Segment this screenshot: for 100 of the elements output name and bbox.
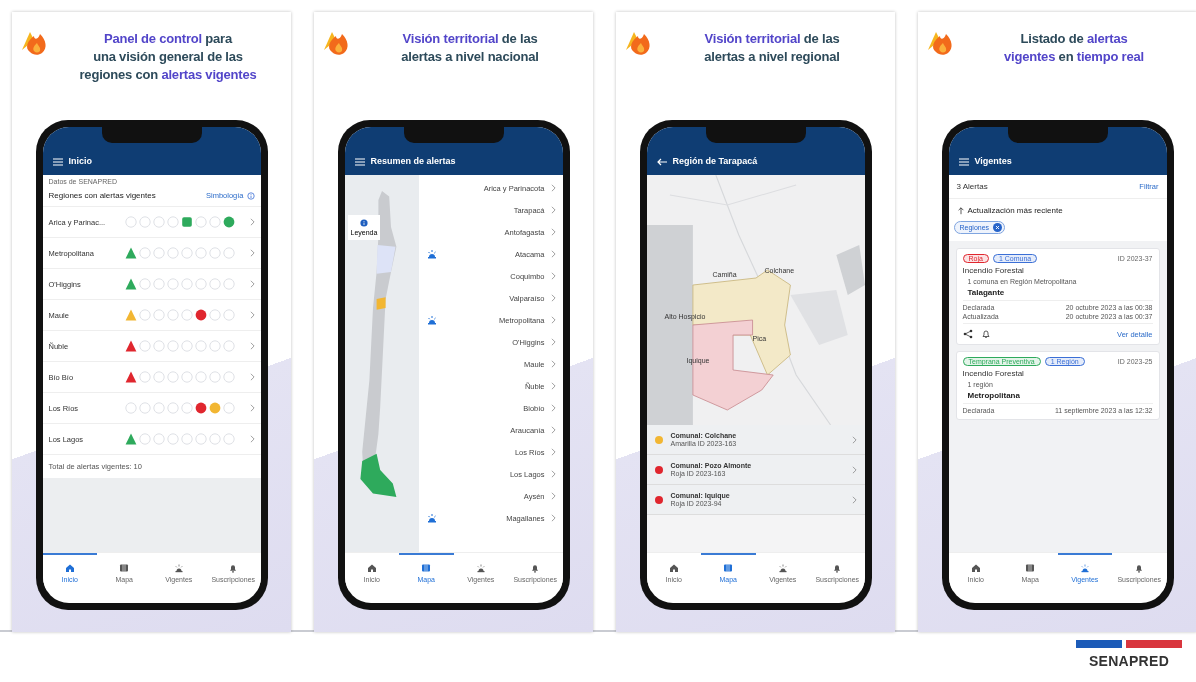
share-icon[interactable] (962, 329, 973, 339)
empty-slot-icon (194, 247, 207, 259)
chevron-right-icon (550, 448, 556, 456)
home-icon (366, 563, 377, 573)
bell-icon[interactable] (980, 329, 991, 339)
chevron-right-icon (249, 280, 255, 288)
empty-slot-icon (180, 371, 193, 383)
empty-slot-icon (138, 247, 151, 259)
empty-slot-icon (152, 340, 165, 352)
empty-slot-icon (208, 309, 221, 321)
chevron-right-icon (851, 465, 857, 474)
chevron-right-icon (550, 250, 556, 258)
map-icon (119, 563, 130, 573)
chevron-right-icon (550, 426, 556, 434)
map-icon (421, 563, 432, 573)
empty-slot-icon (166, 402, 179, 414)
screen-title: Región de Tarapacá (672, 156, 758, 166)
menu-icon[interactable] (354, 158, 365, 166)
section-title: Regiones con alertas vigentes (48, 191, 157, 200)
empty-slot-icon (208, 433, 221, 445)
siren-icon (426, 513, 437, 523)
flag-stripe-icon (1076, 640, 1182, 648)
empty-slot-icon (180, 433, 193, 445)
chevron-right-icon (249, 373, 255, 381)
empty-slot-icon (152, 278, 165, 290)
screen-title: Inicio (68, 156, 92, 166)
empty-slot-icon (138, 340, 151, 352)
map-icon (1025, 563, 1036, 573)
empty-slot-icon (166, 278, 179, 290)
alert-place: Talagante (966, 288, 1006, 297)
empty-slot-icon (166, 247, 179, 259)
empty-slot-icon (152, 433, 165, 445)
empty-slot-icon (194, 278, 207, 290)
arrow-up-icon[interactable] (956, 206, 965, 215)
empty-slot-icon (138, 278, 151, 290)
chevron-right-icon (249, 218, 255, 226)
empty-slot-icon (180, 309, 193, 321)
chevron-right-icon (550, 228, 556, 236)
info-icon (359, 219, 368, 227)
chevron-right-icon (550, 360, 556, 368)
empty-slot-icon (208, 340, 221, 352)
empty-slot-icon (138, 371, 151, 383)
alert-place: Metropolitana (966, 391, 1021, 400)
menu-icon[interactable] (52, 158, 63, 166)
empty-slot-icon (222, 309, 235, 321)
info-icon[interactable] (246, 191, 255, 200)
chevron-right-icon (550, 272, 556, 280)
chevron-right-icon (550, 492, 556, 500)
brand-name: SENAPRED (1088, 653, 1170, 669)
empty-slot-icon (194, 340, 207, 352)
chevron-right-icon (249, 342, 255, 350)
chevron-right-icon (249, 249, 255, 257)
panel-heading: Panel de control para una visión general de las regiones con alertas vigentes (78, 30, 258, 84)
chevron-right-icon (550, 514, 556, 522)
home-icon (668, 563, 679, 573)
chevron-right-icon (550, 382, 556, 390)
close-icon[interactable] (993, 223, 1003, 232)
chevron-right-icon (550, 338, 556, 346)
chevron-right-icon (249, 435, 255, 443)
back-arrow-icon[interactable] (656, 158, 667, 166)
empty-slot-icon (194, 216, 207, 228)
chevron-right-icon (550, 206, 556, 214)
empty-slot-icon (138, 433, 151, 445)
empty-slot-icon (180, 340, 193, 352)
panel-heading: Listado de alertas vigentes en tiempo real (1003, 30, 1145, 66)
bell-icon (228, 563, 239, 573)
chevron-right-icon (851, 435, 857, 444)
empty-slot-icon (166, 340, 179, 352)
empty-slot-icon (180, 402, 193, 414)
empty-slot-icon (138, 216, 151, 228)
siren-icon (777, 563, 788, 573)
siren-icon (173, 563, 184, 573)
chevron-right-icon (249, 311, 255, 319)
chevron-right-icon (550, 294, 556, 302)
alert-count: 3 Alertas (956, 182, 988, 191)
empty-slot-icon (222, 247, 235, 259)
alert-type: Incendio Forestal (962, 266, 1025, 275)
empty-slot-icon (166, 433, 179, 445)
sort-label[interactable]: Actualización más reciente (967, 206, 1063, 215)
siren-icon (1079, 563, 1090, 573)
empty-slot-icon (152, 247, 165, 259)
chevron-right-icon (550, 184, 556, 192)
empty-slot-icon (166, 309, 179, 321)
alert-type: Incendio Forestal (962, 369, 1025, 378)
panel-heading: Visión territorial de las alertas a nivel nacional (400, 30, 540, 66)
empty-slot-icon (222, 371, 235, 383)
bell-icon (530, 563, 541, 573)
empty-slot-icon (152, 371, 165, 383)
empty-slot-icon (208, 278, 221, 290)
empty-slot-icon (222, 278, 235, 290)
empty-slot-icon (166, 216, 179, 228)
empty-slot-icon (194, 371, 207, 383)
home-icon (64, 563, 75, 573)
chevron-right-icon (249, 404, 255, 412)
empty-slot-icon (166, 371, 179, 383)
empty-slot-icon (222, 433, 235, 445)
chevron-right-icon (851, 495, 857, 504)
map-icon (723, 563, 734, 573)
empty-slot-icon (124, 402, 137, 414)
menu-icon[interactable] (958, 158, 969, 166)
